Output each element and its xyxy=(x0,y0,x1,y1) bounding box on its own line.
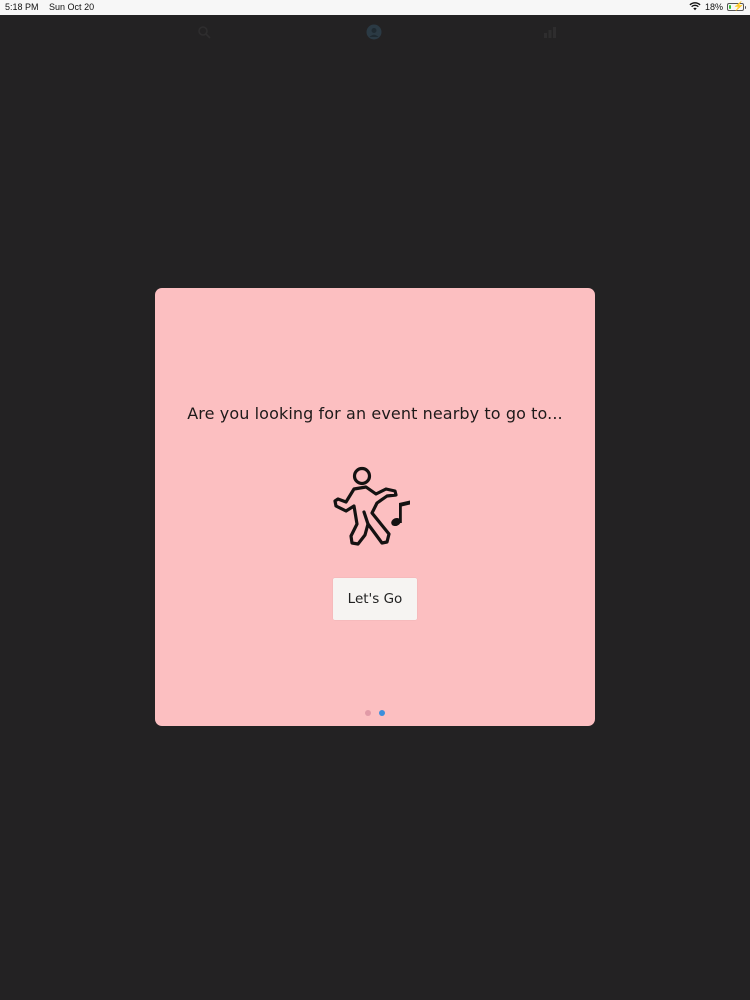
page-indicator xyxy=(365,710,385,716)
battery-percent: 18% xyxy=(704,2,723,12)
status-date: Sun Oct 20 xyxy=(49,2,95,12)
page-dot-2[interactable] xyxy=(379,710,385,716)
status-time: 5:18 PM xyxy=(5,2,39,12)
status-bar: 5:18 PM Sun Oct 20 18% ⚡ xyxy=(0,0,750,15)
onboarding-question: Are you looking for an event nearby to g… xyxy=(187,404,563,423)
search-icon xyxy=(198,26,211,39)
status-time-date: 5:18 PM Sun Oct 20 xyxy=(5,2,94,12)
chart-icon xyxy=(544,27,556,38)
battery-level xyxy=(729,5,731,9)
charging-bolt-icon: ⚡ xyxy=(733,1,745,11)
dancer-with-music-note-icon xyxy=(333,466,410,546)
lets-go-button[interactable]: Let's Go xyxy=(333,578,417,620)
page-dot-1[interactable] xyxy=(365,710,371,716)
status-indicators: 18% ⚡ xyxy=(689,1,746,13)
profile-icon xyxy=(366,24,382,40)
wifi-icon xyxy=(689,1,701,13)
battery-icon: ⚡ xyxy=(727,1,746,11)
